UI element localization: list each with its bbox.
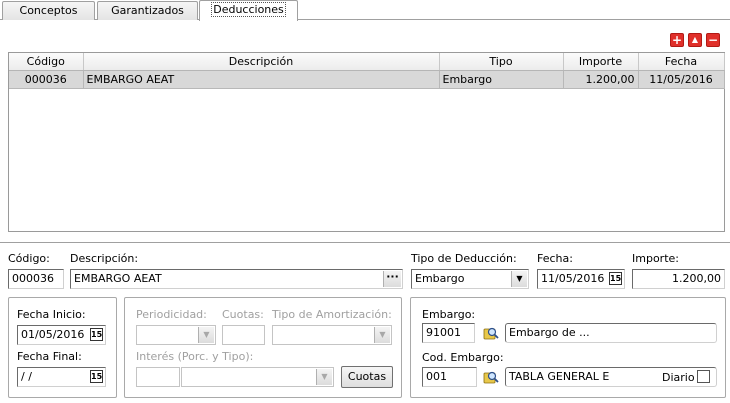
- descripcion-field[interactable]: EMBARGO AEAT ···: [70, 269, 403, 289]
- importe-field[interactable]: 1.200,00: [632, 269, 725, 289]
- arrow-up-icon: ▲: [691, 35, 699, 44]
- tab-garantizados[interactable]: Garantizados: [97, 1, 198, 20]
- fecha-final-field[interactable]: / / 15: [17, 367, 106, 387]
- tipo-deduccion-label: Tipo de Deducción:: [411, 252, 517, 265]
- fecha-inicio-label: Fecha Inicio:: [17, 308, 86, 321]
- move-up-button[interactable]: ▲: [688, 33, 702, 47]
- search-icon[interactable]: [483, 369, 499, 385]
- tab-deducciones[interactable]: Deducciones: [199, 0, 298, 21]
- periodicidad-select[interactable]: ▼: [136, 325, 216, 345]
- tab-garantizados-label: Garantizados: [111, 4, 184, 17]
- column-header-descripcion[interactable]: Descripción: [83, 53, 440, 71]
- calendar-icon[interactable]: 15: [90, 328, 103, 341]
- importe-label: Importe:: [632, 252, 679, 265]
- interes-porcentaje-field[interactable]: [136, 367, 180, 387]
- calendar-icon[interactable]: 15: [90, 370, 103, 383]
- codigo-label: Código:: [8, 252, 50, 265]
- column-header-codigo[interactable]: Código: [9, 53, 84, 71]
- fecha-inicio-field[interactable]: 01/05/2016 15: [17, 325, 106, 345]
- deducciones-grid[interactable]: Código Descripción Tipo Importe Fecha 00…: [8, 52, 725, 232]
- cell-importe: 1.200,00: [563, 70, 639, 89]
- minus-icon: −: [707, 33, 719, 47]
- tab-conceptos[interactable]: Conceptos: [2, 1, 95, 20]
- fecha-label: Fecha:: [537, 252, 573, 265]
- cuotas-field[interactable]: [222, 325, 265, 345]
- cod-embargo-label: Cod. Embargo:: [422, 351, 504, 364]
- cell-codigo: 000036: [9, 70, 84, 89]
- cod-embargo-field[interactable]: 001: [422, 367, 477, 387]
- cell-descripcion: EMBARGO AEAT: [83, 70, 440, 89]
- fecha-final-label: Fecha Final:: [17, 350, 82, 363]
- remove-row-button[interactable]: −: [706, 33, 720, 47]
- search-icon[interactable]: [483, 325, 499, 341]
- cuotas-label: Cuotas:: [222, 308, 264, 321]
- tab-conceptos-label: Conceptos: [19, 4, 78, 17]
- grid-header-row: Código Descripción Tipo Importe Fecha: [9, 53, 725, 71]
- calendar-icon[interactable]: 15: [609, 272, 622, 285]
- table-row[interactable]: 000036 EMBARGO AEAT Embargo 1.200,00 11/…: [9, 70, 725, 89]
- tipo-amortizacion-select[interactable]: ▼: [272, 325, 392, 345]
- embargo-code-value: 91001: [426, 326, 461, 339]
- embargo-description-value: Embargo de ...: [509, 326, 590, 339]
- tipo-deduccion-select[interactable]: Embargo ▼: [411, 269, 529, 289]
- tipo-deduccion-value: Embargo: [415, 272, 465, 285]
- fecha-value: 11/05/2016: [541, 272, 605, 285]
- tab-deducciones-label: Deducciones: [211, 2, 286, 17]
- interes-tipo-select[interactable]: ▼: [181, 367, 334, 387]
- descripcion-label: Descripción:: [70, 252, 139, 265]
- fecha-final-value: / /: [21, 370, 32, 383]
- codigo-value: 000036: [12, 272, 54, 285]
- interes-label: Interés (Porc. y Tipo):: [136, 350, 254, 363]
- column-header-fecha[interactable]: Fecha: [638, 53, 725, 71]
- plus-icon: +: [671, 33, 683, 47]
- descripcion-value: EMBARGO AEAT: [74, 272, 162, 285]
- embargo-code-field[interactable]: 91001: [422, 323, 475, 343]
- diario-checkbox[interactable]: [697, 370, 710, 383]
- ellipsis-icon: ···: [386, 270, 399, 283]
- deducciones-table: Código Descripción Tipo Importe Fecha 00…: [9, 53, 725, 89]
- embargo-description-field[interactable]: Embargo de ...: [505, 323, 717, 343]
- diario-label: Diario: [662, 371, 695, 384]
- fecha-field[interactable]: 11/05/2016 15: [537, 269, 625, 289]
- section-divider: [0, 242, 730, 243]
- chevron-down-icon[interactable]: ▼: [198, 327, 214, 343]
- fecha-inicio-value: 01/05/2016: [21, 328, 85, 341]
- periodicidad-label: Periodicidad:: [136, 308, 207, 321]
- cuotas-button[interactable]: Cuotas: [341, 366, 393, 388]
- cod-embargo-value: 001: [426, 370, 447, 383]
- column-header-importe[interactable]: Importe: [563, 53, 639, 71]
- chevron-down-icon[interactable]: ▼: [316, 369, 332, 385]
- importe-value: 1.200,00: [672, 272, 721, 285]
- cell-fecha: 11/05/2016: [638, 70, 725, 89]
- chevron-down-icon[interactable]: ▼: [511, 271, 527, 287]
- descripcion-lookup-button[interactable]: ···: [383, 271, 401, 287]
- cell-tipo: Embargo: [439, 70, 564, 89]
- embargo-label: Embargo:: [422, 308, 476, 321]
- tabla-value: TABLA GENERAL E: [509, 370, 610, 383]
- chevron-down-icon[interactable]: ▼: [374, 327, 390, 343]
- tipo-amortizacion-label: Tipo de Amortización:: [272, 308, 392, 321]
- codigo-field[interactable]: 000036: [8, 269, 64, 289]
- add-row-button[interactable]: +: [670, 33, 684, 47]
- column-header-tipo[interactable]: Tipo: [439, 53, 564, 71]
